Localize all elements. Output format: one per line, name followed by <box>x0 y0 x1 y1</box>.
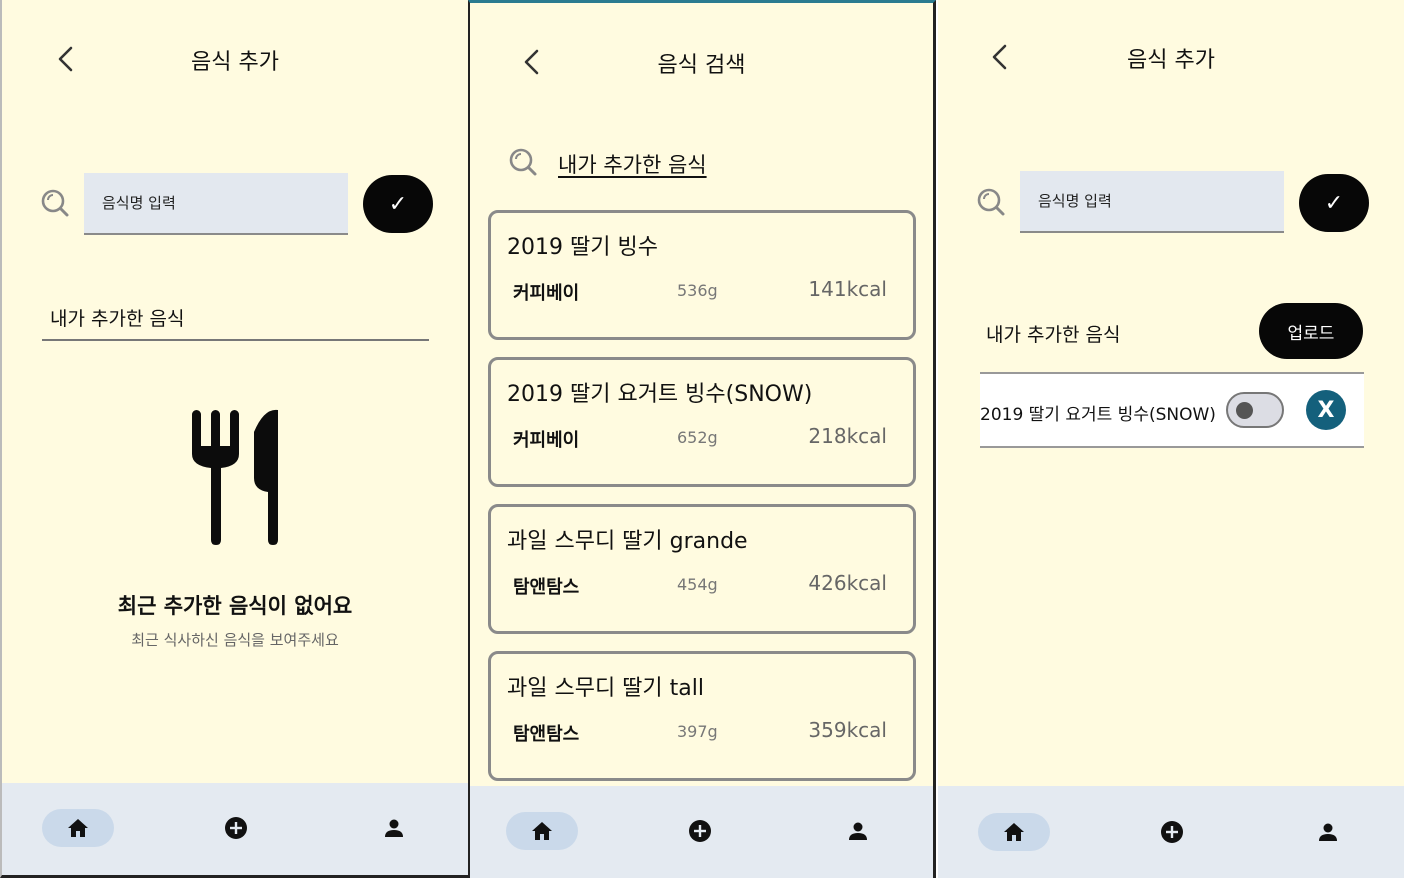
my-foods-label: 내가 추가한 음식 <box>50 308 185 330</box>
confirm-button[interactable]: ✓ <box>363 175 433 233</box>
food-kcal: 426kcal <box>808 571 887 595</box>
food-name-input[interactable] <box>84 173 348 235</box>
food-toggle[interactable] <box>1226 392 1284 428</box>
empty-state-subtitle: 최근 식사하신 음식을 보여주세요 <box>131 631 339 649</box>
search-icon <box>508 147 538 177</box>
nav-home[interactable] <box>42 809 114 847</box>
food-weight: 536g <box>677 281 718 300</box>
my-foods-label: 내가 추가한 음식 <box>986 324 1121 346</box>
utensils-icon <box>192 409 278 545</box>
food-result-card[interactable]: 2019 딸기 빙수 커피베이 536g 141kcal <box>488 210 916 340</box>
home-icon <box>532 822 552 840</box>
food-brand: 커피베이 <box>513 430 580 451</box>
food-kcal: 218kcal <box>808 424 887 448</box>
screen-add-food-empty: 음식 추가 ✓ 내가 추가한 음식 최근 추가한 음식이 없어요 최근 식사하신… <box>0 0 468 878</box>
search-icon <box>40 188 70 218</box>
confirm-button[interactable]: ✓ <box>1299 174 1369 232</box>
bottom-nav <box>938 786 1404 878</box>
added-food-name: 2019 딸기 요거트 빙수(SNOW) <box>980 405 1216 425</box>
food-brand: 커피베이 <box>513 283 580 304</box>
search-icon <box>976 187 1006 217</box>
my-foods-link[interactable]: 내가 추가한 음식 <box>558 149 707 179</box>
page-title: 음식 추가 <box>1127 48 1215 73</box>
upload-button[interactable]: 업로드 <box>1259 303 1363 359</box>
nav-home[interactable] <box>978 813 1050 851</box>
nav-profile[interactable] <box>358 809 430 847</box>
empty-state-title: 최근 추가한 음식이 없어요 <box>117 594 353 618</box>
nav-profile[interactable] <box>822 812 894 850</box>
add-circle-icon <box>689 820 711 842</box>
add-circle-icon <box>225 817 247 839</box>
bottom-nav <box>2 783 468 875</box>
bottom-nav <box>470 786 933 878</box>
food-name: 2019 딸기 빙수 <box>507 235 658 260</box>
food-name: 2019 딸기 요거트 빙수(SNOW) <box>507 382 813 407</box>
food-kcal: 141kcal <box>808 277 887 301</box>
page-title: 음식 추가 <box>191 50 279 75</box>
person-icon <box>849 822 867 840</box>
food-name: 과일 스무디 딸기 tall <box>507 676 704 701</box>
page-title: 음식 검색 <box>657 53 746 78</box>
food-result-card[interactable]: 과일 스무디 딸기 grande 탐앤탐스 454g 426kcal <box>488 504 916 634</box>
food-brand: 탐앤탐스 <box>513 724 580 745</box>
food-name-input[interactable] <box>1020 171 1284 233</box>
nav-add[interactable] <box>1136 813 1208 851</box>
food-brand: 탐앤탐스 <box>513 577 580 598</box>
person-icon <box>385 819 403 837</box>
food-weight: 454g <box>677 575 718 594</box>
screen-add-food-filled: 음식 추가 ✓ 내가 추가한 음식 업로드 2019 딸기 요거트 빙수(SNO… <box>938 0 1404 878</box>
home-icon <box>1004 823 1024 841</box>
nav-profile[interactable] <box>1292 813 1364 851</box>
food-weight: 397g <box>677 722 718 741</box>
food-result-card[interactable]: 과일 스무디 딸기 tall 탐앤탐스 397g 359kcal <box>488 651 916 781</box>
remove-food-button[interactable]: X <box>1306 390 1346 430</box>
person-icon <box>1319 823 1337 841</box>
food-result-card[interactable]: 2019 딸기 요거트 빙수(SNOW) 커피베이 652g 218kcal <box>488 357 916 487</box>
food-name: 과일 스무디 딸기 grande <box>507 529 748 554</box>
add-circle-icon <box>1161 821 1183 843</box>
toggle-knob <box>1236 402 1253 419</box>
nav-add[interactable] <box>200 809 272 847</box>
screen-food-search: 음식 검색 내가 추가한 음식 2019 딸기 빙수 커피베이 536g 141… <box>468 0 936 878</box>
nav-home[interactable] <box>506 812 578 850</box>
food-kcal: 359kcal <box>808 718 887 742</box>
nav-add[interactable] <box>664 812 736 850</box>
added-food-row: 2019 딸기 요거트 빙수(SNOW) X <box>980 372 1364 448</box>
home-icon <box>68 819 88 837</box>
food-weight: 652g <box>677 428 718 447</box>
section-divider <box>42 339 429 341</box>
